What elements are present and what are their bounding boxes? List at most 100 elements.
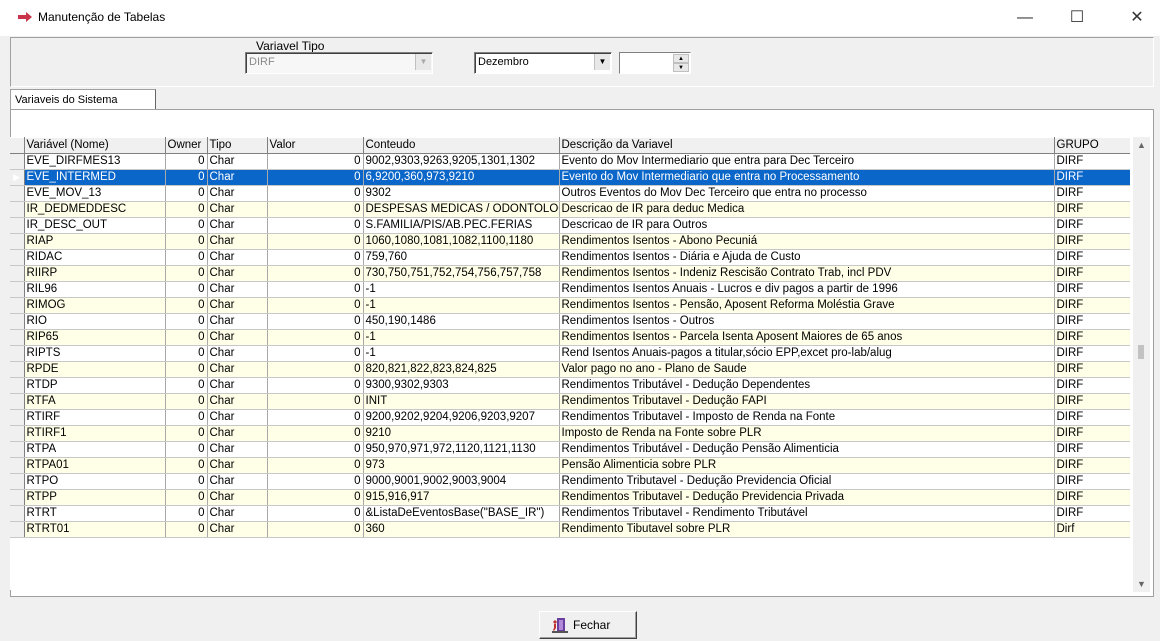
cell-tipo[interactable]: Char xyxy=(207,521,268,538)
table-row[interactable]: RIIRP 0 Char 0 730,750,751,752,754,756,757,7… xyxy=(10,265,1130,282)
cell-grupo[interactable]: DIRF xyxy=(1054,249,1130,266)
cell-tipo[interactable]: Char xyxy=(207,361,268,378)
cell-conteudo[interactable]: 6,9200,360,973,9210 xyxy=(363,169,560,186)
cell-tipo[interactable]: Char xyxy=(207,441,268,458)
cell-tipo[interactable]: Char xyxy=(207,457,268,474)
cell-grupo[interactable]: DIRF xyxy=(1054,473,1130,490)
cell-descricao[interactable]: Rendimentos Isentos - Pensão, Aposent Re… xyxy=(559,297,1055,314)
cell-owner[interactable]: 0 xyxy=(165,425,208,442)
cell-nome[interactable]: RIPTS xyxy=(24,345,166,362)
cell-valor[interactable]: 0 xyxy=(267,217,364,234)
cell-grupo[interactable]: DIRF xyxy=(1054,361,1130,378)
cell-owner[interactable]: 0 xyxy=(165,297,208,314)
table-row[interactable]: IR_DESC_OUT 0 Char 0 S.FAMILIA/PIS/AB.PEC.FE… xyxy=(10,217,1130,234)
cell-conteudo[interactable]: 9000,9001,9002,9003,9004 xyxy=(363,473,560,490)
cell-descricao[interactable]: Rendimentos Tributavel - Rendimento Trib… xyxy=(559,505,1055,522)
cell-nome[interactable]: RIMOG xyxy=(24,297,166,314)
row-indicator[interactable] xyxy=(10,185,25,202)
column-header[interactable]: Variável (Nome) xyxy=(24,137,166,154)
table-row[interactable]: IR_DEDMEDDESC 0 Char 0 DESPESAS MEDICAS / OD… xyxy=(10,201,1130,218)
table-row[interactable]: RIL96 0 Char 0 -1 Rendimentos Isentos Anuais … xyxy=(10,281,1130,298)
cell-conteudo[interactable]: 9200,9202,9204,9206,9203,9207 xyxy=(363,409,560,426)
table-row[interactable]: ▶ EVE_INTERMED 0 Char 0 6,9200,360,973,9210 Ev… xyxy=(10,169,1130,186)
cell-descricao[interactable]: Rendimentos Tributável - Dedução Pensão … xyxy=(559,441,1055,458)
cell-tipo[interactable]: Char xyxy=(207,281,268,298)
cell-descricao[interactable]: Descricao de IR para Outros xyxy=(559,217,1055,234)
cell-nome[interactable]: RTPP xyxy=(24,489,166,506)
cell-nome[interactable]: IR_DESC_OUT xyxy=(24,217,166,234)
cell-owner[interactable]: 0 xyxy=(165,154,208,170)
scroll-thumb[interactable] xyxy=(1138,345,1144,359)
cell-grupo[interactable]: DIRF xyxy=(1054,265,1130,282)
cell-tipo[interactable]: Char xyxy=(207,217,268,234)
minimize-button[interactable]: — xyxy=(1005,4,1045,32)
cell-conteudo[interactable]: 9302 xyxy=(363,185,560,202)
cell-owner[interactable]: 0 xyxy=(165,201,208,218)
cell-valor[interactable]: 0 xyxy=(267,377,364,394)
cell-owner[interactable]: 0 xyxy=(165,249,208,266)
row-indicator[interactable] xyxy=(10,313,25,330)
cell-grupo[interactable]: DIRF xyxy=(1054,377,1130,394)
cell-conteudo[interactable]: 360 xyxy=(363,521,560,538)
row-indicator[interactable] xyxy=(10,505,25,522)
cell-grupo[interactable]: DIRF xyxy=(1054,345,1130,362)
cell-owner[interactable]: 0 xyxy=(165,457,208,474)
cell-descricao[interactable]: Rendimentos Isentos - Abono Pecuniá xyxy=(559,233,1055,250)
cell-nome[interactable]: RTRT xyxy=(24,505,166,522)
cell-conteudo[interactable]: 9002,9303,9263,9205,1301,1302 xyxy=(363,154,560,170)
table-row[interactable]: RTPP 0 Char 0 915,916,917 Rendimentos Tributa… xyxy=(10,489,1130,506)
cell-tipo[interactable]: Char xyxy=(207,233,268,250)
cell-owner[interactable]: 0 xyxy=(165,441,208,458)
column-header[interactable]: Tipo xyxy=(207,137,268,154)
cell-owner[interactable]: 0 xyxy=(165,377,208,394)
cell-descricao[interactable]: Rendimentos Tributavel - Dedução Previde… xyxy=(559,489,1055,506)
cell-descricao[interactable]: Rendimentos Tributável - Dedução Depende… xyxy=(559,377,1055,394)
chevron-down-icon[interactable]: ▼ xyxy=(415,54,431,70)
cell-descricao[interactable]: Evento do Mov Intermediario que entra pa… xyxy=(559,154,1055,170)
row-indicator[interactable] xyxy=(10,201,25,218)
column-header[interactable]: Descrição da Variavel xyxy=(559,137,1055,154)
cell-nome[interactable]: RTFA xyxy=(24,393,166,410)
cell-descricao[interactable]: Valor pago no ano - Plano de Saude xyxy=(559,361,1055,378)
cell-owner[interactable]: 0 xyxy=(165,217,208,234)
cell-conteudo[interactable]: -1 xyxy=(363,297,560,314)
cell-conteudo[interactable]: 450,190,1486 xyxy=(363,313,560,330)
cell-descricao[interactable]: Rend Isentos Anuais-pagos a titular,sóci… xyxy=(559,345,1055,362)
cell-descricao[interactable]: Rendimentos Isentos - Diária e Ajuda de … xyxy=(559,249,1055,266)
cell-owner[interactable]: 0 xyxy=(165,393,208,410)
cell-grupo[interactable]: DIRF xyxy=(1054,201,1130,218)
cell-valor[interactable]: 0 xyxy=(267,201,364,218)
cell-descricao[interactable]: Imposto de Renda na Fonte sobre PLR xyxy=(559,425,1055,442)
mes-select[interactable]: Dezembro ▼ xyxy=(474,52,612,74)
cell-grupo[interactable]: DIRF xyxy=(1054,329,1130,346)
cell-tipo[interactable]: Char xyxy=(207,489,268,506)
cell-owner[interactable]: 0 xyxy=(165,169,208,186)
column-header[interactable]: Conteudo xyxy=(363,137,560,154)
cell-owner[interactable]: 0 xyxy=(165,313,208,330)
row-indicator[interactable] xyxy=(10,441,25,458)
cell-descricao[interactable]: Evento do Mov Intermediario que entra no… xyxy=(559,169,1055,186)
table-row[interactable]: RTPA01 0 Char 0 973 Pensão Alimenticia sobre … xyxy=(10,457,1130,474)
cell-owner[interactable]: 0 xyxy=(165,361,208,378)
cell-tipo[interactable]: Char xyxy=(207,329,268,346)
cell-tipo[interactable]: Char xyxy=(207,313,268,330)
cell-owner[interactable]: 0 xyxy=(165,185,208,202)
column-header[interactable]: Owner xyxy=(165,137,208,154)
row-indicator[interactable] xyxy=(10,457,25,474)
cell-conteudo[interactable]: -1 xyxy=(363,345,560,362)
cell-conteudo[interactable]: 730,750,751,752,754,756,757,758 xyxy=(363,265,560,282)
cell-nome[interactable]: RTRT01 xyxy=(24,521,166,538)
table-row[interactable]: RPDE 0 Char 0 820,821,822,823,824,825 Valor p… xyxy=(10,361,1130,378)
cell-tipo[interactable]: Char xyxy=(207,249,268,266)
cell-valor[interactable]: 0 xyxy=(267,313,364,330)
fechar-button[interactable]: Fechar xyxy=(539,611,637,639)
cell-owner[interactable]: 0 xyxy=(165,409,208,426)
close-button[interactable]: ✕ xyxy=(1117,4,1157,32)
cell-nome[interactable]: RTIRF xyxy=(24,409,166,426)
row-indicator[interactable] xyxy=(10,473,25,490)
cell-valor[interactable]: 0 xyxy=(267,281,364,298)
cell-grupo[interactable]: DIRF xyxy=(1054,233,1130,250)
cell-valor[interactable]: 0 xyxy=(267,473,364,490)
scroll-down-icon[interactable]: ▼ xyxy=(1133,576,1150,592)
cell-valor[interactable]: 0 xyxy=(267,409,364,426)
